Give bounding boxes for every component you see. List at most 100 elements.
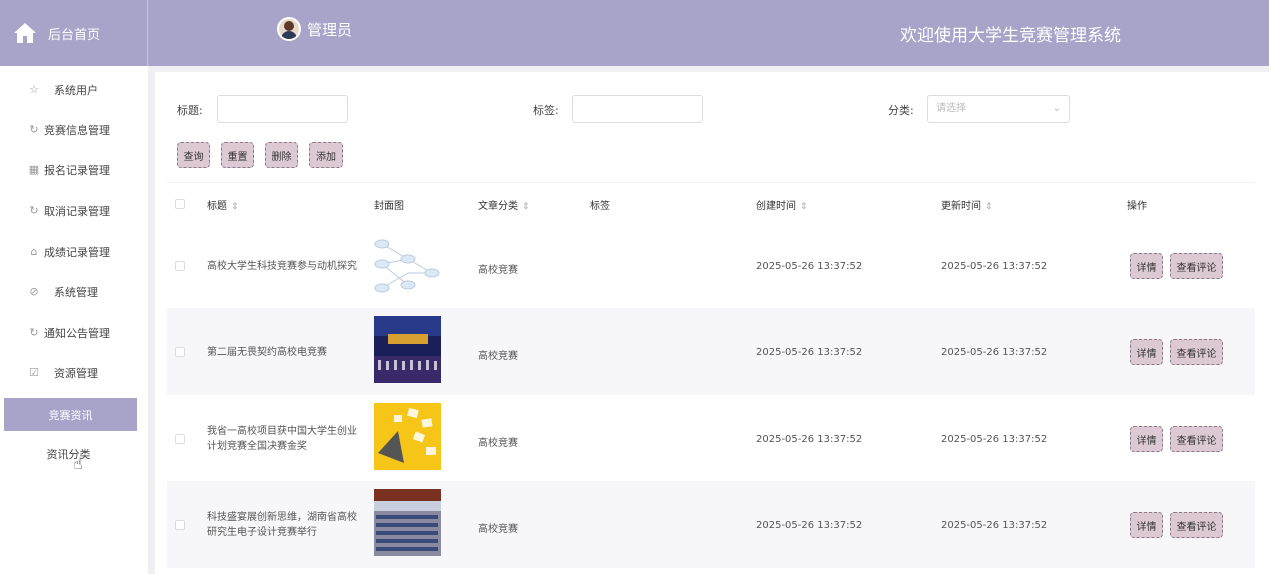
add-button[interactable]: 添加 [309,142,343,168]
cover-image-yellow[interactable] [374,403,441,470]
row-checkbox[interactable] [175,261,185,271]
header-cover: 封面图 [374,201,404,212]
select-all-checkbox[interactable] [175,199,185,209]
header-category-label: 文章分类 [478,201,518,212]
sidebar-item-label: 通知公告管理 [44,327,110,340]
row-title: 我省一高校项目获中国大学生创业计划竞赛全国决赛金奖 [207,426,357,452]
detail-button[interactable]: 详情 [1130,426,1163,452]
admin-info[interactable]: 管理员 [277,17,352,41]
sidebar-item-registration[interactable]: ▦ 报名记录管理 [0,155,148,185]
home-label: 后台首页 [48,27,101,43]
table-row: 高校大学生科技竞赛参与动机探究 高校竞赛 2025-05-26 13:37:52… [167,222,1255,309]
row-updated: 2025-05-26 13:37:52 [941,434,1048,445]
cover-image-stage[interactable] [374,316,441,383]
category-select-placeholder: 请选择 [936,103,966,114]
row-created: 2025-05-26 13:37:52 [756,347,863,358]
hand-cursor-icon: ☝ [73,454,83,473]
row-title: 科技盛宴展创新思维，湖南省高校研究生电子设计竞赛举行 [207,512,357,538]
view-comments-button[interactable]: 查看评论 [1170,339,1223,365]
compass-icon: ⊘ [29,285,39,298]
sidebar-item-label: 竞赛信息管理 [44,124,110,137]
table-row: 第二届无畏契约高校电竞赛 高校竞赛 2025-05-26 13:37:52 20… [167,308,1255,395]
table-header: 标题 ⇕ 封面图 文章分类 ⇕ 标签 创建时间 ⇕ 更新时间 ⇕ 操作 [167,182,1255,222]
row-category: 高校竞赛 [478,524,518,535]
header-created-label: 创建时间 [756,201,796,212]
header-tag: 标签 [590,201,610,212]
tag-filter-input[interactable] [572,95,703,123]
cover-image-hall[interactable] [374,489,441,556]
admin-label: 管理员 [307,20,353,39]
row-category: 高校竞赛 [478,265,518,276]
table-row: 我省一高校项目获中国大学生创业计划竞赛全国决赛金奖 高校竞赛 2025-05-2… [167,395,1255,482]
row-category: 高校竞赛 [478,351,518,362]
sort-icon: ⇕ [985,202,993,212]
query-button[interactable]: 查询 [177,142,210,168]
top-header: 后台首页 管理员 欢迎使用大学生竞赛管理系统 [0,0,1269,66]
sidebar-subitem-news-category[interactable]: 资讯分类 [0,446,137,466]
sidebar-item-label: 成绩记录管理 [44,246,110,259]
header-updated[interactable]: 更新时间 ⇕ [941,197,993,212]
home-icon [14,23,36,43]
sidebar-item-label: 报名记录管理 [44,164,110,177]
header-title[interactable]: 标题 ⇕ [207,197,239,212]
sidebar-item-competition-info[interactable]: ↻ 竞赛信息管理 [0,115,148,145]
sidebar-item-resources[interactable]: ☑ 资源管理 [0,358,148,388]
cover-image-diagram[interactable] [374,230,441,297]
header-actions: 操作 [1127,201,1147,212]
sidebar-item-label: 资源管理 [54,367,98,380]
category-select[interactable]: 请选择 ⌄ [927,95,1070,123]
sidebar-item-label: 系统管理 [54,286,98,299]
tag-filter-label: 标签: [533,104,559,117]
sidebar-item-label: 取消记录管理 [44,205,110,218]
detail-button[interactable]: 详情 [1130,339,1163,365]
sidebar: ☆ 系统用户 ↻ 竞赛信息管理 ▦ 报名记录管理 ↻ 取消记录管理 ⌂ 成绩记录… [0,66,148,574]
row-category: 高校竞赛 [478,438,518,449]
row-checkbox[interactable] [175,434,185,444]
header-title-label: 标题 [207,201,227,212]
checkbox-icon: ☑ [29,366,39,379]
sidebar-item-label: 系统用户 [54,84,98,97]
sidebar-item-system[interactable]: ⊘ 系统管理 [0,277,148,307]
sort-icon: ⇕ [231,202,239,212]
chevron-down-icon: ⌄ [1052,103,1061,114]
row-created: 2025-05-26 13:37:52 [756,434,863,445]
view-comments-button[interactable]: 查看评论 [1170,253,1223,279]
welcome-title: 欢迎使用大学生竞赛管理系统 [900,26,1121,46]
header-category[interactable]: 文章分类 ⇕ [478,197,530,212]
title-filter-label: 标题: [177,104,203,117]
title-filter-input[interactable] [217,95,348,123]
table-row: 科技盛宴展创新思维，湖南省高校研究生电子设计竞赛举行 高校竞赛 2025-05-… [167,481,1255,568]
refresh-circle-icon: ↻ [29,204,39,217]
star-outline-icon: ☆ [29,83,39,96]
category-filter-label: 分类: [888,104,914,117]
refresh-circle-icon: ↻ [29,123,39,136]
view-comments-button[interactable]: 查看评论 [1170,512,1223,538]
view-comments-button[interactable]: 查看评论 [1170,426,1223,452]
row-checkbox[interactable] [175,520,185,530]
calendar-icon: ▦ [28,163,40,176]
detail-button[interactable]: 详情 [1130,512,1163,538]
row-title: 高校大学生科技竞赛参与动机探究 [207,261,357,272]
sort-icon: ⇕ [800,202,808,212]
sidebar-item-system-users[interactable]: ☆ 系统用户 [0,75,148,105]
row-updated: 2025-05-26 13:37:52 [941,261,1048,272]
home-link[interactable]: 后台首页 [0,0,148,66]
sidebar-item-scores[interactable]: ⌂ 成绩记录管理 [0,237,148,267]
row-created: 2025-05-26 13:37:52 [756,261,863,272]
row-updated: 2025-05-26 13:37:52 [941,347,1048,358]
row-checkbox[interactable] [175,347,185,357]
refresh-circle-icon: ↻ [29,326,39,339]
sidebar-item-notices[interactable]: ↻ 通知公告管理 [0,318,148,348]
main-panel: 标题: 标签: 分类: 请选择 ⌄ 查询 重置 删除 添加 标题 ⇕ 封面图 文章… [155,72,1269,574]
delete-button[interactable]: 删除 [265,142,298,168]
detail-button[interactable]: 详情 [1130,253,1163,279]
row-title: 第二届无畏契约高校电竞赛 [207,347,327,358]
sidebar-group-competition-news[interactable]: 竞赛资讯 [4,398,137,431]
house-outline-icon: ⌂ [30,245,38,258]
reset-button[interactable]: 重置 [221,142,254,168]
row-created: 2025-05-26 13:37:52 [756,520,863,531]
row-updated: 2025-05-26 13:37:52 [941,520,1048,531]
sort-icon: ⇕ [522,202,530,212]
sidebar-item-cancellation[interactable]: ↻ 取消记录管理 [0,196,148,226]
header-created[interactable]: 创建时间 ⇕ [756,197,808,212]
